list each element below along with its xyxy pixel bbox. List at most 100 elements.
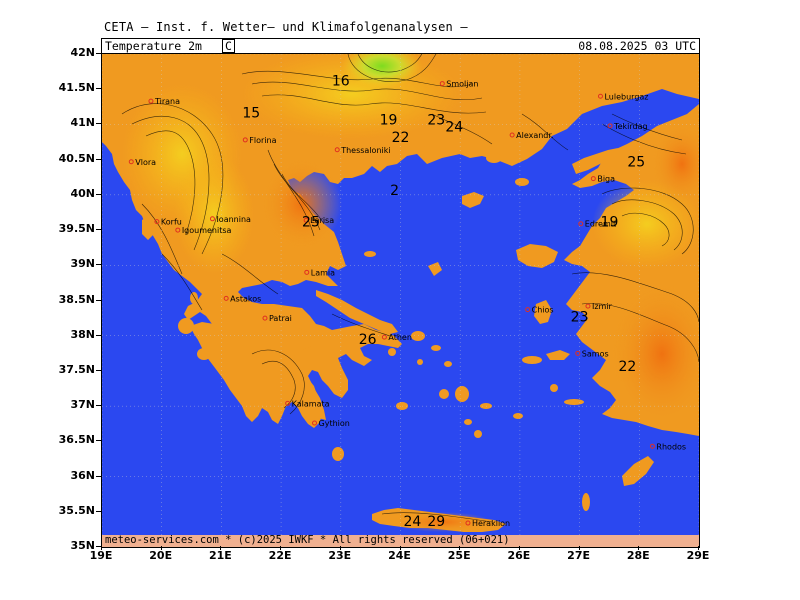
tinos: [431, 345, 441, 351]
temperature-map: Tirana Vlora Florina Thessaloniki Smoljan Ale…: [102, 54, 699, 547]
samothrace: [486, 153, 502, 163]
city-label: Luleburgaz: [604, 92, 648, 101]
temperature-label: 23: [427, 112, 445, 128]
longitude-tick: [400, 546, 401, 550]
map-title-bar: Temperature 2m C 08.08.2025 03 UTC: [102, 39, 699, 54]
city-label: Tirana: [154, 97, 180, 106]
city-label: Gythion: [319, 419, 350, 428]
city-label: Vlora: [135, 158, 156, 167]
latitude-label: 37.5N: [58, 362, 95, 376]
naxos: [455, 386, 469, 402]
longitude-tick: [579, 546, 580, 550]
ikaria: [522, 356, 542, 364]
longitude-tick: [280, 546, 281, 550]
temperature-label: 23: [571, 310, 589, 326]
longitude-label: 27E: [567, 549, 590, 562]
city-label: Florina: [249, 136, 276, 145]
latitude-tick: [96, 300, 101, 301]
temperature-label: 29: [427, 514, 445, 530]
temperature-label: 15: [242, 105, 260, 121]
latitude-tick: [96, 440, 101, 441]
latitude-tick: [96, 511, 101, 512]
longitude-label: 22E: [268, 549, 292, 562]
kos: [564, 399, 584, 405]
temperature-label: 26: [359, 332, 377, 348]
city-label: Heraklion: [472, 519, 510, 528]
latitude-label: 39N: [70, 257, 95, 271]
latitude-tick: [96, 264, 101, 265]
header-title: CETA – Inst. f. Wetter– und Klimafolgena…: [104, 20, 468, 34]
longitude-label: 26E: [507, 549, 531, 562]
longitude-label: 21E: [208, 549, 232, 562]
longitude-label: 25E: [447, 549, 471, 562]
temperature-label: 25: [302, 215, 320, 231]
temperature-label: 19: [601, 215, 619, 231]
imbros: [515, 178, 529, 186]
city-label: Ioannina: [216, 215, 251, 224]
latitude-label: 38.5N: [58, 292, 95, 306]
longitude-tick: [101, 546, 102, 550]
astypalaia: [513, 413, 523, 419]
city-label: Alexandr.: [516, 131, 553, 140]
latitude-label: 41N: [70, 116, 95, 130]
longitude-label: 29E: [686, 549, 710, 562]
city-label: Athen: [388, 333, 412, 342]
copyright-text: meteo-services.com * (c)2025 IWKF * All …: [105, 534, 510, 546]
valid-time: 08.08.2025 03 UTC: [578, 39, 696, 53]
latitude-label: 36N: [70, 468, 95, 482]
longitude-tick: [220, 546, 221, 550]
temperature-label: 22: [618, 359, 636, 375]
city-label: Astakos: [230, 294, 261, 303]
mykonos: [444, 361, 452, 367]
longitude-tick: [638, 546, 639, 550]
zakynthos: [197, 348, 211, 360]
latitude-tick: [96, 405, 101, 406]
latitude-tick: [96, 159, 101, 160]
latitude-tick: [96, 335, 101, 336]
latitude-tick: [96, 53, 101, 54]
city-label: Smoljan: [446, 80, 478, 89]
skiathos: [364, 251, 376, 257]
leros: [550, 384, 558, 392]
latitude-label: 35.5N: [58, 503, 95, 517]
latitude-label: 42N: [70, 46, 95, 59]
syros: [417, 359, 423, 365]
city-label: Igoumenitsa: [182, 226, 232, 235]
temperature-label: 22: [392, 130, 410, 146]
city-label: Patrai: [269, 314, 292, 323]
latitude-tick: [96, 123, 101, 124]
kea: [388, 348, 396, 356]
latitude-label: 37N: [70, 398, 95, 412]
latitude-label: 41.5N: [58, 81, 95, 95]
temperature-label: 24: [404, 514, 422, 530]
city-label: Kalamata: [292, 399, 330, 408]
city-label: Rhodos: [656, 442, 686, 451]
kefalonia: [178, 318, 194, 334]
city-label: Biga: [597, 175, 615, 184]
latitude-tick: [96, 229, 101, 230]
karpathos: [582, 493, 590, 511]
longitude-label: 20E: [149, 549, 173, 562]
longitude-tick: [161, 546, 162, 550]
latitude-tick: [96, 88, 101, 89]
latitude-label: 38N: [70, 327, 95, 341]
santorini: [474, 430, 482, 438]
longitude-tick: [459, 546, 460, 550]
temperature-label: 25: [627, 155, 645, 171]
temperature-label: 24: [445, 119, 463, 135]
city-label: Thessaloniki: [340, 146, 390, 155]
longitude-tick: [698, 546, 699, 550]
latitude-label: 39.5N: [58, 222, 95, 236]
longitude-label: 23E: [328, 549, 352, 562]
latitude-label: 40N: [70, 186, 95, 200]
temperature-label: 16: [332, 74, 350, 90]
longitude-label: 19E: [89, 549, 113, 562]
temperature-label: 2: [390, 183, 399, 199]
thasos: [418, 133, 438, 147]
latitude-label: 36.5N: [58, 433, 95, 447]
longitude-label: 28E: [626, 549, 650, 562]
hot-zone-thessaly: [262, 159, 342, 249]
latitude-tick: [96, 194, 101, 195]
unit-box: C: [222, 39, 235, 53]
longitude-tick: [519, 546, 520, 550]
